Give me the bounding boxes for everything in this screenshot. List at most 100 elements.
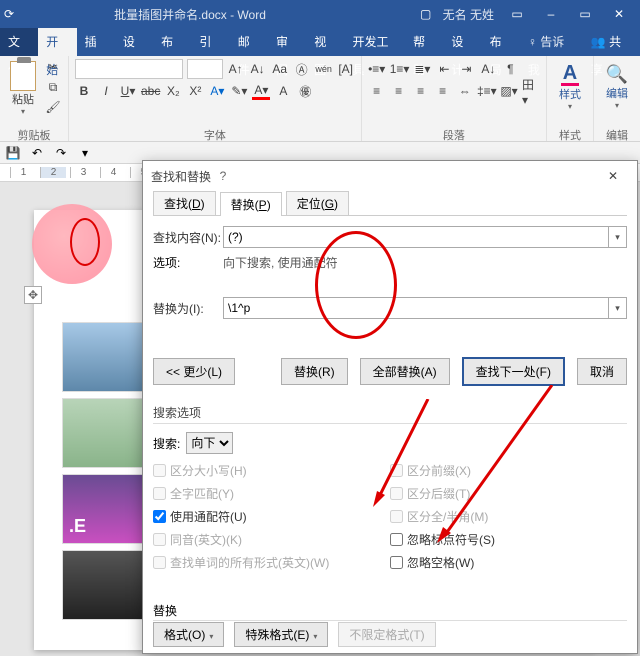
find-input[interactable] <box>223 226 609 248</box>
change-case-button[interactable]: Aa <box>271 60 289 78</box>
enclose-char-button[interactable]: ㊝ <box>296 82 314 100</box>
tab-replace[interactable]: 替换(P) <box>220 192 282 216</box>
indent-dec-button[interactable]: ⇤ <box>435 60 453 78</box>
replace-input[interactable] <box>223 297 609 319</box>
shrink-font-button[interactable]: A↓ <box>249 60 267 78</box>
font-name-combo[interactable] <box>75 59 183 79</box>
cancel-button[interactable]: 取消 <box>577 358 627 385</box>
align-center-button[interactable]: ≡ <box>390 82 408 100</box>
copy-button[interactable]: ⧉ <box>44 78 62 96</box>
char-shading-button[interactable]: A <box>274 82 292 100</box>
italic-button[interactable]: I <box>97 82 115 100</box>
ruler-tick: 4 <box>100 167 126 178</box>
undo-button[interactable]: ↶ <box>28 144 46 162</box>
tab-review[interactable]: 审阅 <box>268 28 306 56</box>
multilevel-button[interactable]: ≣▾ <box>413 60 431 78</box>
ribbon-opts-icon[interactable]: ▢ <box>409 0 443 28</box>
tab-mailings[interactable]: 邮件 <box>230 28 268 56</box>
styles-icon: A <box>561 63 579 86</box>
tab-design2[interactable]: 设计 <box>443 28 481 56</box>
tab-find[interactable]: 查找(D) <box>153 191 216 215</box>
find-replace-dialog: 查找和替换 ? ✕ 查找(D) 替换(P) 定位(G) 查找内容(N): ▾ 选… <box>142 160 638 654</box>
match-width-checkbox: 区分全/半角(M) <box>390 508 627 525</box>
subscript-button[interactable]: X₂ <box>164 82 182 100</box>
tab-references[interactable]: 引用 <box>191 28 229 56</box>
whole-word-checkbox: 全字匹配(Y) <box>153 485 390 502</box>
qat-customize[interactable]: ▾ <box>76 144 94 162</box>
bullets-button[interactable]: •≡▾ <box>368 60 386 78</box>
tab-view[interactable]: 视图 <box>306 28 344 56</box>
cut-button[interactable]: ✂ <box>44 58 62 76</box>
table-move-handle[interactable]: ✥ <box>24 286 42 304</box>
highlight-button[interactable]: ✎▾ <box>230 82 248 100</box>
ruler-tick: 3 <box>70 167 96 178</box>
line-spacing-button[interactable]: ‡≡▾ <box>478 82 496 100</box>
text-effects-button[interactable]: A▾ <box>208 82 226 100</box>
borders-button[interactable]: 田▾ <box>522 82 540 100</box>
underline-button[interactable]: U▾ <box>119 82 137 100</box>
format-painter-button[interactable]: 🖌 <box>44 98 62 116</box>
clear-format-button[interactable]: Ⓐ <box>293 60 311 78</box>
dialog-close-button[interactable]: ✕ <box>597 164 629 188</box>
close-window-button[interactable]: ✕ <box>602 0 636 28</box>
replace-history-dropdown[interactable]: ▾ <box>609 297 627 319</box>
restore-button[interactable]: ▭ <box>568 0 602 28</box>
ignore-space-checkbox[interactable]: 忽略空格(W) <box>390 554 627 571</box>
search-direction-select[interactable]: 向下 <box>186 432 233 454</box>
group-label-editing: 编辑 <box>600 127 634 141</box>
save-button[interactable]: 💾 <box>4 144 22 162</box>
special-button[interactable]: 特殊格式(E)▾ <box>234 622 328 647</box>
minimize-button[interactable]: – <box>534 0 568 28</box>
options-label: 选项: <box>153 254 223 271</box>
align-right-button[interactable]: ≡ <box>412 82 430 100</box>
font-color-button[interactable]: A▾ <box>252 82 270 100</box>
distribute-button[interactable]: ⇔ <box>456 82 474 100</box>
tab-tellme[interactable]: ♀ 告诉我 <box>520 28 581 56</box>
shading-button[interactable]: ▨▾ <box>500 82 518 100</box>
wildcards-checkbox[interactable]: 使用通配符(U) <box>153 508 390 525</box>
align-left-button[interactable]: ≡ <box>368 82 386 100</box>
find-next-button[interactable]: 查找下一处(F) <box>462 357 565 386</box>
phonetic-button[interactable]: wén <box>315 60 333 78</box>
editing-button[interactable]: 🔍 编辑 ▾ <box>600 64 634 110</box>
less-button[interactable]: << 更少(L) <box>153 358 235 385</box>
font-size-combo[interactable] <box>187 59 223 79</box>
ignore-punct-checkbox[interactable]: 忽略标点符号(S) <box>390 531 627 548</box>
paste-button[interactable]: 粘贴 ▾ <box>6 59 40 116</box>
tab-help[interactable]: 帮助 <box>405 28 443 56</box>
document-title: 批量插图并命名.docx - Word <box>114 6 266 23</box>
tab-layout[interactable]: 布局 <box>153 28 191 56</box>
align-justify-button[interactable]: ≡ <box>434 82 452 100</box>
superscript-button[interactable]: X² <box>186 82 204 100</box>
dialog-help-button[interactable]: ? <box>211 169 235 183</box>
styles-button[interactable]: A 样式 ▾ <box>553 63 587 111</box>
share-button[interactable]: 👥 共享 <box>581 28 640 56</box>
tab-layout2[interactable]: 布局 <box>482 28 520 56</box>
tab-insert[interactable]: 插入 <box>77 28 115 56</box>
grow-font-button[interactable]: A↑ <box>227 60 245 78</box>
strike-button[interactable]: abc <box>141 82 160 100</box>
tab-design[interactable]: 设计 <box>115 28 153 56</box>
show-marks-button[interactable]: ¶ <box>501 60 519 78</box>
replace-all-button[interactable]: 全部替换(A) <box>360 358 450 385</box>
char-border-button[interactable]: [A] <box>337 60 355 78</box>
format-button[interactable]: 格式(O)▾ <box>153 622 224 647</box>
sort-button[interactable]: A↓ <box>479 60 497 78</box>
bold-button[interactable]: B <box>75 82 93 100</box>
tab-home[interactable]: 开始 <box>38 28 76 56</box>
dialog-titlebar[interactable]: 查找和替换 ? ✕ <box>143 161 637 191</box>
user-icon[interactable]: ▭ <box>500 0 534 28</box>
ribbon: 粘贴 ▾ ✂ ⧉ 🖌 剪贴板 A↑ A↓ Aa Ⓐ wén [A] B I U▾ <box>0 56 640 142</box>
redo-button[interactable]: ↷ <box>52 144 70 162</box>
match-case-checkbox: 区分大小写(H) <box>153 462 390 479</box>
group-editing: 🔍 编辑 ▾ 编辑 <box>594 56 640 141</box>
indent-inc-button[interactable]: ⇥ <box>457 60 475 78</box>
numbering-button[interactable]: 1≡▾ <box>390 60 410 78</box>
tab-dev[interactable]: 开发工具 <box>345 28 406 56</box>
tab-file[interactable]: 文件 <box>0 28 38 56</box>
replace-button[interactable]: 替换(R) <box>281 358 348 385</box>
user-name[interactable]: 无名 无姓 <box>443 6 494 23</box>
find-history-dropdown[interactable]: ▾ <box>609 226 627 248</box>
chevron-down-icon: ▾ <box>568 102 572 111</box>
tab-goto[interactable]: 定位(G) <box>286 191 349 215</box>
